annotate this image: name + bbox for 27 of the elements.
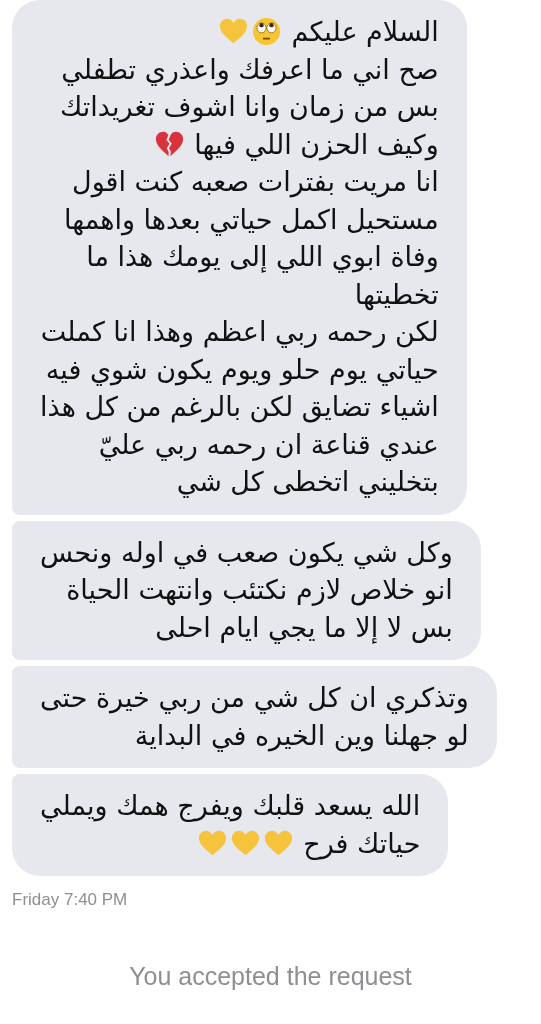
- message-text: اشياء تضايق لكن بالرغم من كل هذا: [40, 391, 439, 423]
- message-text: مستحيل اكمل حياتي بعدها واهمها: [63, 203, 439, 235]
- message-text: لكن رحمه ربي اعظم وهذا انا كملت: [40, 316, 439, 348]
- message-text: بس من زمان وانا اشوف تغريداتك: [60, 91, 439, 123]
- message-text: بتخليني اتخطى كل شي: [176, 466, 439, 498]
- message-text: انو خلاص لازم نكتئب وانتهت الحياة: [66, 574, 453, 606]
- broken-heart-icon: [155, 129, 185, 159]
- message-text: حياتك فرح: [303, 827, 421, 859]
- message-text: تخطيتها: [354, 278, 439, 310]
- message-text: وكل شي يكون صعب في اوله ونحس: [40, 536, 453, 568]
- message-text: حياتي يوم حلو ويوم يكون شوي فيه: [45, 353, 439, 385]
- message-text: لو جهلنا وين الخيره في البداية: [134, 719, 469, 751]
- message-text: عندي قناعة ان رحمه ربي عليّ: [98, 428, 439, 460]
- message-text: السلام عليكم: [291, 16, 439, 48]
- message-text: وتذكري ان كل شي من ربي خيرة حتى: [40, 682, 469, 714]
- heart-icon: [198, 828, 228, 858]
- heart-icon: [264, 828, 294, 858]
- message-text: بس لا إلا ما يجي ايام احلى: [155, 611, 453, 643]
- timestamp: Friday 7:40 PM: [12, 890, 128, 910]
- message-text: وكيف الحزن اللي فيها: [194, 128, 439, 160]
- status-message: You accepted the request: [129, 962, 412, 991]
- heart-icon: [231, 828, 261, 858]
- eye-roll-face-icon: [252, 17, 282, 47]
- message-text: الله يسعد قلبك ويفرج همك ويملي: [40, 790, 421, 822]
- message-text: صح اني ما اعرفك واعذري تطفلي: [61, 53, 439, 85]
- message-text: وفاة ابوي اللي إلى يومك هذا ما: [86, 241, 439, 273]
- message-text: انا مريت بفترات صعبه كنت اقول: [72, 166, 439, 198]
